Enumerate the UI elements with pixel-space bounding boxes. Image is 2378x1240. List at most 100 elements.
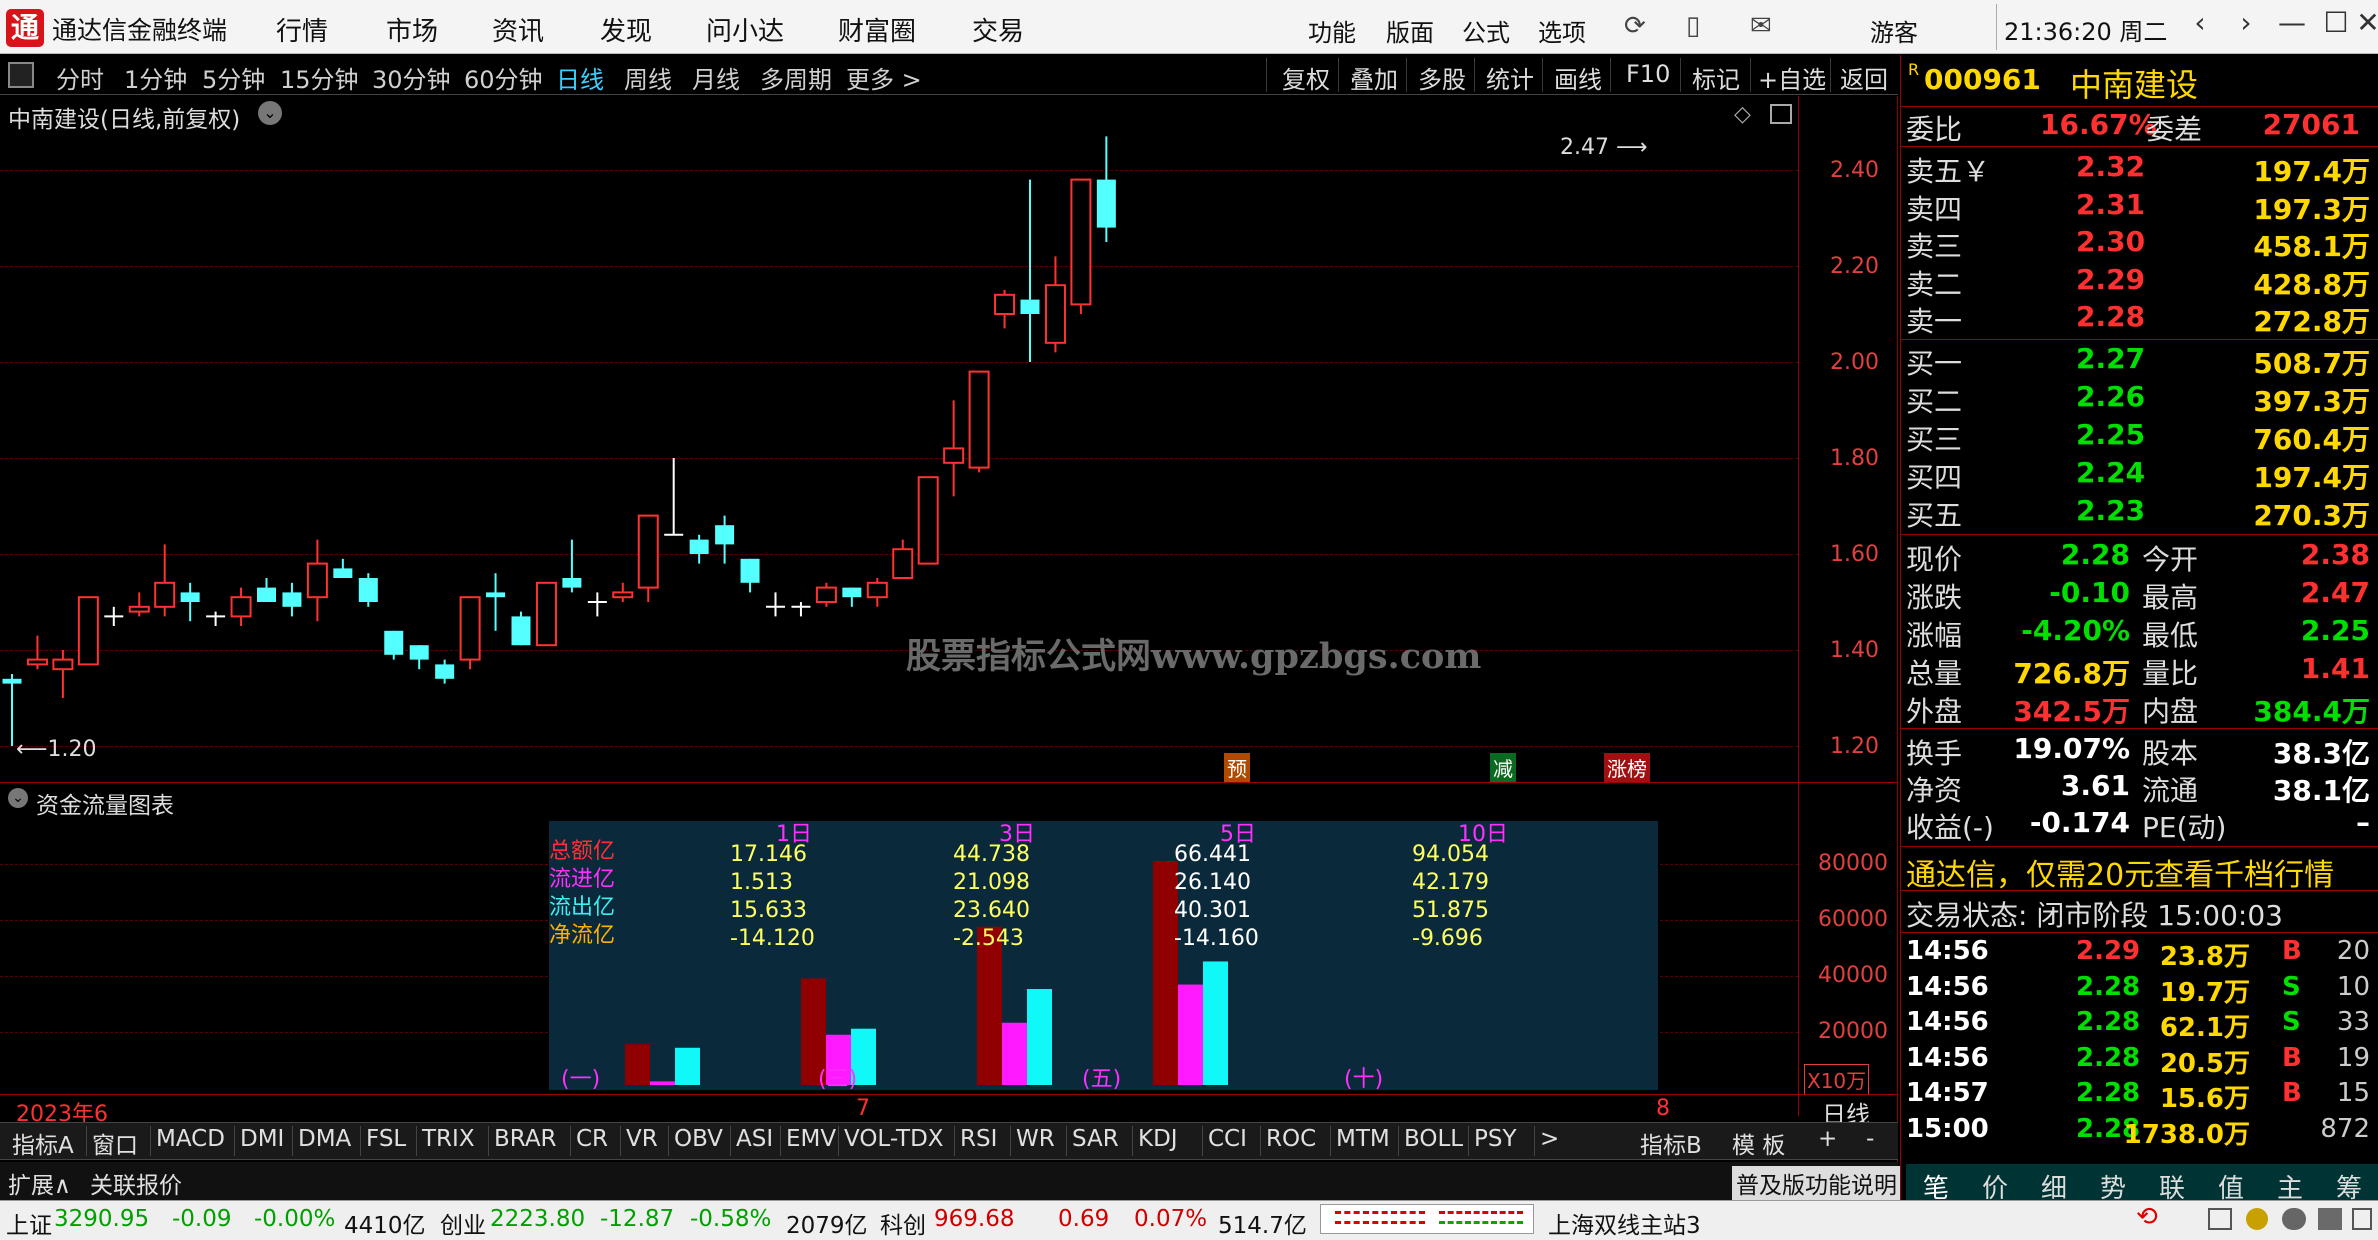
- promo-link[interactable]: 通达信，仅需20元查看千档行情: [1906, 850, 2334, 894]
- settings-icon[interactable]: [2352, 1208, 2372, 1230]
- indicator-tab-VOL-TDX[interactable]: VOL-TDX: [844, 1126, 944, 1152]
- menu-caifuquan[interactable]: 财富圈: [838, 11, 916, 48]
- period-1min[interactable]: 1分钟: [124, 60, 187, 95]
- indicator-tab-PSY[interactable]: PSY: [1474, 1126, 1517, 1152]
- btn-zixuan[interactable]: +自选: [1758, 60, 1826, 95]
- period-weekly[interactable]: 周线: [624, 60, 672, 95]
- btn-f10[interactable]: F10: [1626, 60, 1670, 88]
- indicator-tab-ROC[interactable]: ROC: [1266, 1126, 1316, 1152]
- layout-icon[interactable]: [2208, 1208, 2232, 1230]
- period-multi[interactable]: 多周期: [760, 60, 832, 95]
- close-button[interactable]: ✕: [2348, 6, 2378, 39]
- tick-side: B: [2282, 1042, 2302, 1073]
- marker-yu[interactable]: 预: [1224, 753, 1250, 782]
- btn-fuquan[interactable]: 复权: [1282, 60, 1330, 95]
- flow-menu-icon[interactable]: ⌄: [8, 788, 28, 808]
- expand-button[interactable]: 扩展∧: [8, 1166, 71, 1200]
- period-60min[interactable]: 60分钟: [464, 60, 543, 95]
- lock-icon[interactable]: [2246, 1208, 2268, 1230]
- menu-zixun[interactable]: 资讯: [492, 11, 544, 48]
- app-logo-icon: 通: [6, 9, 44, 47]
- indicator-tab-KDJ[interactable]: KDJ: [1138, 1126, 1178, 1152]
- market-breadth-icon[interactable]: [1320, 1204, 1534, 1234]
- user-guest[interactable]: 游客: [1870, 13, 1918, 48]
- bell-icon[interactable]: [2318, 1208, 2342, 1230]
- indicator-tab-OBV[interactable]: OBV: [674, 1126, 723, 1152]
- indicator-tab-EMV[interactable]: EMV: [786, 1126, 836, 1152]
- indicator-tab-CCI[interactable]: CCI: [1208, 1126, 1247, 1152]
- period-15min[interactable]: 15分钟: [280, 60, 359, 95]
- tab-sep: [1398, 1126, 1399, 1156]
- menu-hangqing[interactable]: 行情: [276, 11, 328, 48]
- edition-help-button[interactable]: 普及版功能说明: [1732, 1166, 1901, 1200]
- phone-icon[interactable]: ▯: [1686, 11, 1700, 41]
- ind-b-tab[interactable]: 指标B: [1640, 1126, 1702, 1160]
- candle-body: [77, 596, 99, 666]
- marker-zhangbang[interactable]: 涨榜: [1604, 753, 1650, 782]
- forward-icon[interactable]: ›: [2226, 6, 2266, 39]
- indicator-tab-TRIX[interactable]: TRIX: [422, 1126, 475, 1152]
- menu-gongneng[interactable]: 功能: [1308, 13, 1356, 48]
- period-monthly[interactable]: 月线: [692, 60, 740, 95]
- menu-wenxiaoda[interactable]: 问小达: [706, 11, 784, 48]
- indicator-tab->[interactable]: >: [1540, 1126, 1559, 1152]
- template-tab[interactable]: 模 板: [1732, 1126, 1785, 1160]
- indicator-bar: [0, 1122, 1898, 1160]
- remove-tab-button[interactable]: -: [1866, 1126, 1874, 1152]
- minimize-button[interactable]: —: [2272, 6, 2312, 39]
- marker-jian[interactable]: 减: [1490, 753, 1516, 782]
- indicator-tab-ASI[interactable]: ASI: [736, 1126, 773, 1152]
- refresh-icon[interactable]: ⟳: [1624, 11, 1646, 41]
- menu-faxian[interactable]: 发现: [600, 11, 652, 48]
- indicator-tab-指标A[interactable]: 指标A: [12, 1126, 74, 1160]
- indicator-tab-RSI[interactable]: RSI: [960, 1126, 997, 1152]
- indicator-tab-MACD[interactable]: MACD: [156, 1126, 225, 1152]
- btn-tongji[interactable]: 统计: [1486, 60, 1534, 95]
- headset-icon[interactable]: [2282, 1208, 2306, 1230]
- indicator-tab-VR[interactable]: VR: [626, 1126, 658, 1152]
- pane-divider: [0, 782, 1898, 783]
- candle-body: [180, 592, 200, 602]
- period-daily[interactable]: 日线: [556, 60, 604, 95]
- period-fenshi[interactable]: 分时: [56, 60, 104, 95]
- ask-price: 2.29: [2076, 262, 2146, 296]
- add-tab-button[interactable]: +: [1818, 1126, 1837, 1152]
- btn-duogu[interactable]: 多股: [1418, 60, 1466, 95]
- btn-biaoji[interactable]: 标记: [1692, 60, 1740, 95]
- indicator-tab-BOLL[interactable]: BOLL: [1404, 1126, 1463, 1152]
- period-more[interactable]: 更多 >: [846, 60, 922, 95]
- menu-gongshi[interactable]: 公式: [1462, 13, 1510, 48]
- btn-huaxian[interactable]: 画线: [1554, 60, 1602, 95]
- period-5min[interactable]: 5分钟: [202, 60, 265, 95]
- connection-icon[interactable]: ⟲: [2136, 1202, 2158, 1232]
- menu-jiaoyi[interactable]: 交易: [972, 11, 1024, 48]
- related-quote-button[interactable]: 关联报价: [90, 1166, 182, 1200]
- indicator-tab-窗口[interactable]: 窗口: [92, 1126, 138, 1160]
- indicator-tab-DMA[interactable]: DMA: [298, 1126, 351, 1152]
- menu-shichang[interactable]: 市场: [386, 11, 438, 48]
- indicator-tab-WR[interactable]: WR: [1016, 1126, 1055, 1152]
- period-30min[interactable]: 30分钟: [372, 60, 451, 95]
- stat2-label: PE(动): [2142, 811, 2227, 844]
- indicator-tab-MTM[interactable]: MTM: [1336, 1126, 1390, 1152]
- stat-value: -4.20%: [2021, 614, 2130, 647]
- indicator-tab-CR[interactable]: CR: [576, 1126, 608, 1152]
- candle-body: [1020, 299, 1040, 314]
- candle-body: [968, 370, 990, 469]
- mail-icon[interactable]: ✉: [1750, 11, 1772, 41]
- menu-banmian[interactable]: 版面: [1386, 13, 1434, 48]
- menu-xuanxiang[interactable]: 选项: [1538, 13, 1586, 48]
- back-icon[interactable]: ‹: [2180, 6, 2220, 39]
- indicator-tab-FSL[interactable]: FSL: [366, 1126, 406, 1152]
- row-label-total: 总额亿: [549, 839, 616, 864]
- btn-diejia[interactable]: 叠加: [1350, 60, 1398, 95]
- tick-price: 2.28: [2076, 1042, 2141, 1073]
- candle: [842, 587, 862, 607]
- indicator-tab-DMI[interactable]: DMI: [240, 1126, 284, 1152]
- cy-label: 创业: [440, 1213, 486, 1239]
- candle: [486, 573, 506, 631]
- indicator-tab-BRAR[interactable]: BRAR: [494, 1126, 557, 1152]
- btn-fanhui[interactable]: 返回: [1840, 60, 1888, 95]
- panel-toggle-icon[interactable]: [8, 62, 34, 88]
- indicator-tab-SAR[interactable]: SAR: [1072, 1126, 1119, 1152]
